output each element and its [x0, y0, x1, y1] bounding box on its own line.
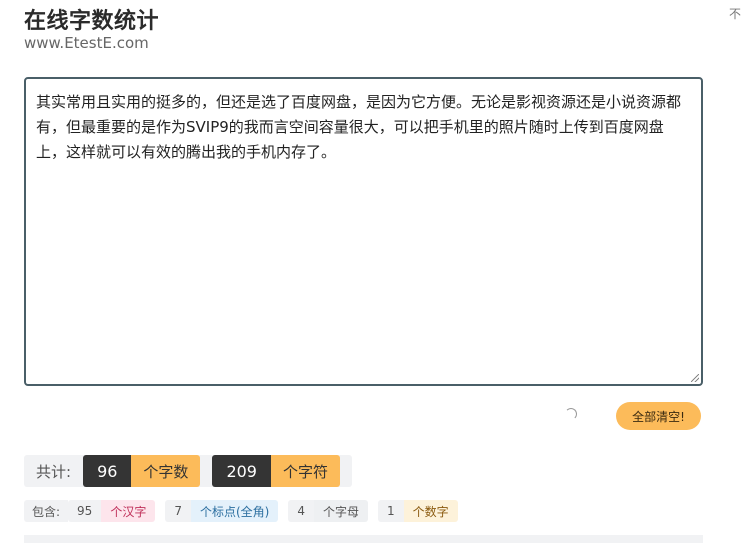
chinese-count-unit: 个汉字 — [101, 500, 156, 522]
loading-spinner-icon — [565, 408, 577, 420]
char-count-unit: 个字符 — [270, 455, 340, 487]
corner-text: 不 — [728, 7, 741, 21]
text-input-area[interactable]: 其实常用且实用的挺多的，但还是选了百度网盘，是因为它方便。无论是影视资源还是小说… — [24, 77, 703, 386]
detail-bar: 包含: 95 个汉字 7 个标点(全角) 4 个字母 1 个数字 — [24, 500, 468, 522]
word-count-pill: 96 个字数 — [83, 455, 201, 487]
digit-count-tag: 1 个数字 — [378, 500, 458, 522]
char-count-pill: 209 个字符 — [212, 455, 340, 487]
letter-count-tag: 4 个字母 — [288, 500, 369, 522]
clear-all-button[interactable]: 全部清空! — [616, 402, 701, 430]
detail-label: 包含: — [24, 500, 69, 522]
digit-count-value: 1 — [378, 500, 404, 522]
editor-text: 其实常用且实用的挺多的，但还是选了百度网盘，是因为它方便。无论是影视资源还是小说… — [36, 93, 682, 161]
word-count-value: 96 — [83, 455, 132, 487]
page-title: 在线字数统计 — [24, 9, 160, 34]
site-url: www.EtestE.com — [24, 34, 149, 52]
punctuation-count-tag: 7 个标点(全角) — [165, 500, 279, 522]
digit-count-unit: 个数字 — [403, 500, 458, 522]
punctuation-count-value: 7 — [165, 500, 191, 522]
chinese-count-value: 95 — [68, 500, 102, 522]
resize-handle-icon[interactable] — [691, 374, 699, 382]
bottom-panel — [24, 535, 703, 543]
chinese-count-tag: 95 个汉字 — [68, 500, 156, 522]
summary-bar: 共计: 96 个字数 209 个字符 — [24, 455, 352, 487]
word-count-unit: 个字数 — [131, 455, 201, 487]
char-count-value: 209 — [212, 455, 271, 487]
punctuation-count-unit: 个标点(全角) — [190, 500, 279, 522]
letter-count-unit: 个字母 — [314, 500, 369, 522]
letter-count-value: 4 — [288, 500, 314, 522]
summary-label: 共计: — [36, 462, 72, 481]
